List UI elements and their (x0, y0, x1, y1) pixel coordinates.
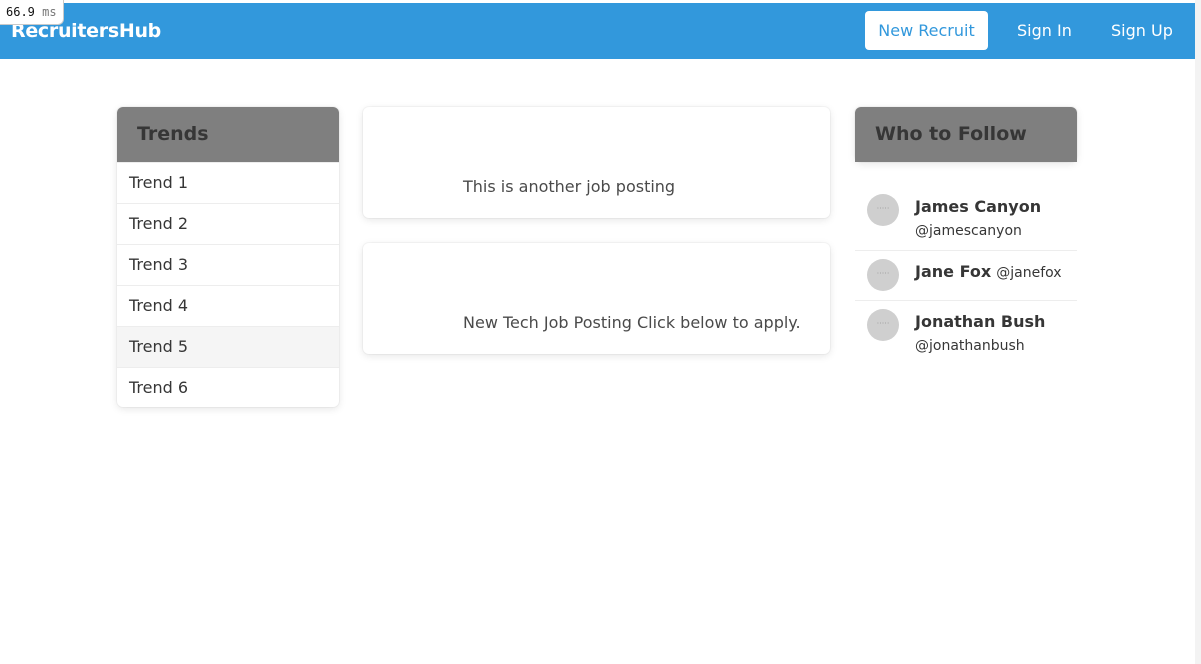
render-time-value: 66.9 (6, 5, 35, 19)
follow-name[interactable]: Jonathan Bush (915, 312, 1045, 331)
follow-name-line: Jane Fox @janefox (915, 262, 1062, 281)
trend-item[interactable]: Trend 6 (117, 367, 339, 408)
render-time-unit: ms (42, 5, 57, 19)
trends-title: Trends (117, 107, 339, 162)
follow-item[interactable]: ····· Jane Fox @janefox (855, 251, 1077, 301)
trend-item[interactable]: Trend 4 (117, 285, 339, 326)
avatar: ····· (867, 259, 899, 291)
sign-in-link[interactable]: Sign In (1017, 11, 1072, 50)
follow-list: ····· James Canyon @jamescanyon ····· Ja… (855, 187, 1077, 361)
follow-handle: @janefox (996, 265, 1062, 281)
follow-name[interactable]: James Canyon (915, 197, 1041, 216)
trend-item[interactable]: Trend 1 (117, 162, 339, 203)
job-post-card: This is another job posting (363, 107, 830, 218)
follow-item[interactable]: ····· James Canyon @jamescanyon (855, 187, 1077, 251)
who-to-follow-panel: Who to Follow (855, 107, 1077, 162)
sign-up-link[interactable]: Sign Up (1111, 11, 1173, 50)
follow-name[interactable]: Jane Fox (915, 262, 991, 281)
trend-item[interactable]: Trend 2 (117, 203, 339, 244)
trend-item[interactable]: Trend 3 (117, 244, 339, 285)
render-time-badge: 66.9 ms (0, 0, 64, 25)
job-post-text: This is another job posting (463, 177, 676, 196)
trend-item[interactable]: Trend 5 (117, 326, 339, 367)
follow-handle: @jamescanyon (915, 223, 1022, 239)
job-post-card: New Tech Job Posting Click below to appl… (363, 243, 830, 354)
who-to-follow-title: Who to Follow (855, 107, 1077, 162)
avatar: ····· (867, 194, 899, 226)
job-post-text: New Tech Job Posting Click below to appl… (463, 313, 801, 332)
new-recruit-button[interactable]: New Recruit (865, 11, 988, 50)
follow-handle: @jonathanbush (915, 338, 1025, 354)
trends-panel: Trends Trend 1 Trend 2 Trend 3 Trend 4 T… (117, 107, 339, 407)
avatar: ····· (867, 309, 899, 341)
page-scrollbar[interactable] (1195, 0, 1201, 664)
navbar: RecruitersHub New Recruit Sign In Sign U… (0, 3, 1195, 59)
follow-item[interactable]: ····· Jonathan Bush @jonathanbush (855, 301, 1077, 361)
